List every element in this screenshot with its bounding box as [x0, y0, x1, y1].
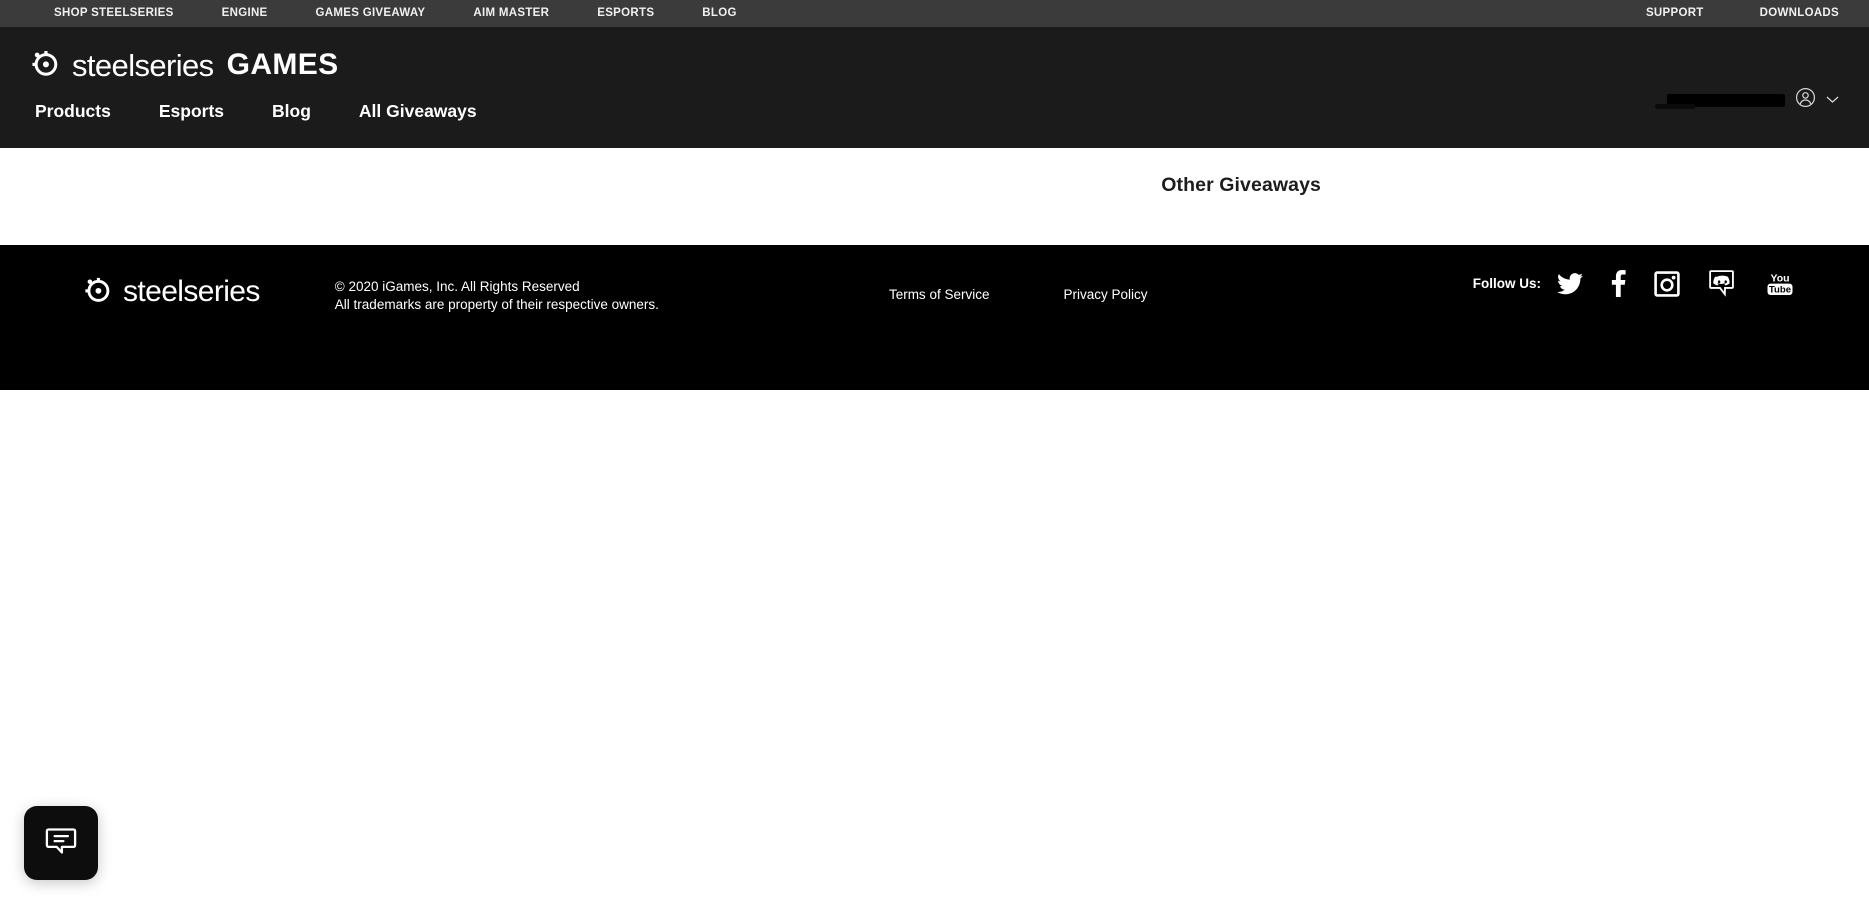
youtube-icon[interactable]: You Tube: [1765, 271, 1795, 297]
footer-link-privacy-policy[interactable]: Privacy Policy: [1063, 287, 1147, 302]
nav-item-all-giveaways[interactable]: All Giveaways: [335, 101, 501, 122]
chat-bubble-icon: [42, 822, 80, 865]
topbar-right-nav: SUPPORT DOWNLOADS: [1618, 0, 1839, 27]
nav-item-esports[interactable]: Esports: [135, 101, 248, 122]
chat-widget-button[interactable]: [24, 806, 98, 880]
steelseries-logo-icon: [30, 48, 60, 83]
site-header: steelseries GAMES Products Esports Blog …: [0, 27, 1869, 148]
topbar-link-shop-steelseries[interactable]: SHOP STEELSERIES: [30, 0, 198, 27]
utility-topbar: SHOP STEELSERIES ENGINE GAMES GIVEAWAY A…: [0, 0, 1869, 27]
footer-logo-wordmark: steelseries: [123, 275, 260, 308]
instagram-icon[interactable]: [1654, 270, 1680, 297]
nav-item-blog[interactable]: Blog: [248, 101, 335, 122]
nav-item-products[interactable]: Products: [30, 101, 135, 122]
primary-nav: Products Esports Blog All Giveaways: [30, 101, 1839, 122]
site-footer: steelseries © 2020 iGames, Inc. All Righ…: [0, 245, 1869, 390]
copyright-line-1: © 2020 iGames, Inc. All Rights Reserved: [334, 279, 580, 294]
user-circle-icon[interactable]: [1795, 87, 1816, 113]
topbar-left-nav: SHOP STEELSERIES ENGINE GAMES GIVEAWAY A…: [30, 0, 761, 27]
topbar-link-downloads[interactable]: DOWNLOADS: [1732, 0, 1839, 27]
social-links: Follow Us: You Tube: [1473, 269, 1795, 298]
footer-logo[interactable]: steelseries: [83, 275, 260, 309]
facebook-icon[interactable]: [1611, 270, 1626, 297]
discord-icon[interactable]: [1708, 269, 1737, 298]
brand-wordmark: steelseries: [72, 47, 214, 83]
steelseries-logo-icon: [83, 275, 112, 309]
footer-link-terms-of-service[interactable]: Terms of Service: [889, 287, 990, 302]
topbar-link-support[interactable]: SUPPORT: [1618, 0, 1732, 27]
copyright-line-2: All trademarks are property of their res…: [334, 296, 659, 312]
brand-row[interactable]: steelseries GAMES: [30, 27, 1839, 87]
follow-us-label: Follow Us:: [1472, 276, 1541, 291]
topbar-link-blog[interactable]: BLOG: [678, 0, 760, 27]
account-menu[interactable]: [1655, 87, 1839, 113]
twitter-icon[interactable]: [1557, 272, 1583, 295]
other-giveaways-heading: Other Giveaways: [1161, 174, 1321, 196]
footer-copyright: © 2020 iGames, Inc. All Rights Reserved …: [335, 278, 659, 314]
topbar-link-esports[interactable]: ESPORTS: [573, 0, 678, 27]
youtube-you-text: You: [1770, 272, 1789, 284]
account-username-redacted: [1655, 93, 1785, 109]
page-root: SHOP STEELSERIES ENGINE GAMES GIVEAWAY A…: [0, 0, 1869, 904]
topbar-link-games-giveaway[interactable]: GAMES GIVEAWAY: [292, 0, 450, 27]
topbar-link-aim-master[interactable]: AIM MASTER: [449, 0, 573, 27]
main-content: Other Giveaways: [0, 148, 1869, 245]
footer-legal-links: Terms of Service Privacy Policy: [889, 287, 1148, 302]
youtube-tube-text: Tube: [1769, 284, 1791, 295]
chevron-down-icon[interactable]: [1826, 91, 1839, 109]
topbar-link-engine[interactable]: ENGINE: [198, 0, 292, 27]
brand-games-label: GAMES: [226, 48, 339, 81]
